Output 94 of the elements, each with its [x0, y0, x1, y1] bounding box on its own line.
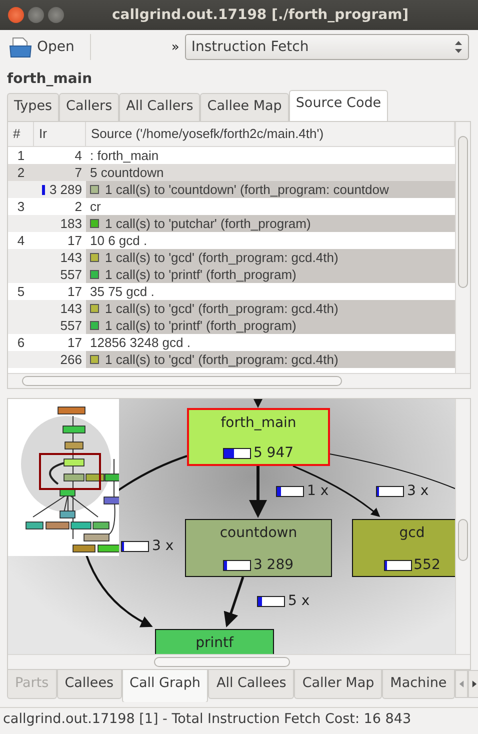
folder-icon — [9, 36, 33, 58]
cost-cell: 7 — [74, 164, 82, 181]
cost-cell: 3 289 — [49, 181, 82, 198]
function-node[interactable]: countdown 3 289 — [185, 519, 332, 577]
cost-bar — [223, 560, 252, 570]
table-row[interactable]: 557 1 call(s) to 'printf' (forth_program) — [8, 317, 455, 334]
function-name: countdown — [220, 525, 298, 541]
table-row[interactable]: 143 1 call(s) to 'gcd' (forth_program: gcd.4th) — [8, 300, 455, 317]
table-row[interactable]: 143 1 call(s) to 'gcd' (forth_program: gcd.4th) — [8, 249, 455, 266]
status-bar: callgrind.out.17198 [1] - Total Instruction Fetch Cost: 16 843 — [0, 707, 478, 730]
function-name: forth_main — [6, 70, 94, 89]
source-cell-text: : forth_main — [89, 147, 160, 164]
cost-cell: 557 — [60, 266, 82, 283]
call-cell: 1 call(s) to 'countdown' (forth_program: countdow — [86, 181, 455, 198]
cost-cell: 183 — [60, 215, 82, 232]
column-header[interactable]: Ir — [34, 122, 86, 146]
cost-bar — [257, 596, 285, 606]
table-row[interactable]: 1 4 : forth_main — [8, 147, 455, 164]
cost-label: 5 947 — [253, 445, 294, 461]
function-node[interactable]: forth_main 5 947 — [187, 408, 330, 466]
table-row[interactable]: 6 17 12856 3248 gcd . — [8, 334, 455, 351]
cost-cell: 2 — [74, 198, 82, 215]
tab[interactable]: All Callers — [119, 93, 200, 121]
source-cell-text: cr — [89, 198, 102, 215]
table-row[interactable]: 3 2 cr — [8, 198, 455, 215]
line-number: 2 — [17, 165, 25, 180]
cost-label: 3 289 — [253, 557, 294, 573]
close-icon[interactable] — [8, 7, 24, 23]
tab[interactable]: Callers — [59, 93, 120, 121]
tab[interactable]: Callees — [56, 670, 122, 699]
cost-cell: 143 — [60, 249, 82, 266]
source-cell-text: 12856 3248 gcd . — [89, 334, 192, 351]
cost-bar — [223, 448, 252, 458]
cost-cell: 557 — [60, 317, 82, 334]
call-count-label: 3 x — [407, 483, 429, 499]
tab[interactable]: Callee Map — [200, 93, 289, 121]
call-cell: 1 call(s) to 'gcd' (forth_program: gcd.4th) — [86, 249, 455, 266]
horizontal-scrollbar[interactable] — [8, 654, 470, 669]
line-number: 5 — [17, 284, 25, 299]
call-cell: 1 call(s) to 'printf' (forth_program) — [86, 266, 455, 283]
table-row[interactable]: 557 1 call(s) to 'printf' (forth_program) — [8, 266, 455, 283]
source-cell-text: 35 75 gcd . — [89, 283, 156, 300]
table-row[interactable]: 183 1 call(s) to 'putchar' (forth_program) — [8, 215, 455, 232]
vertical-scrollbar[interactable] — [455, 399, 470, 654]
source-cell-text: 10 6 gcd . — [89, 232, 148, 249]
call-count-label: 5 x — [288, 593, 310, 609]
table-row[interactable]: 266 1 call(s) to 'gcd' (forth_program: gcd.4th) — [8, 351, 455, 368]
overview-drawing[interactable] — [8, 399, 119, 556]
call-count-label: 1 x — [307, 483, 329, 499]
call-cell: 1 call(s) to 'gcd' (forth_program: gcd.4th) — [86, 351, 455, 368]
minimize-icon[interactable] — [28, 7, 44, 23]
tab[interactable]: All Callees — [208, 670, 294, 699]
line-number: 4 — [17, 233, 25, 248]
cost-cell: 4 — [74, 147, 82, 164]
function-node[interactable]: printf — [155, 629, 274, 654]
cost-bar — [121, 540, 149, 552]
cost-cell: 266 — [60, 351, 82, 368]
function-name: printf — [196, 635, 234, 651]
vertical-scrollbar[interactable] — [455, 122, 470, 373]
scroll-right-icon[interactable] — [468, 670, 478, 698]
line-number: 3 — [17, 199, 25, 214]
cost-cell: 143 — [60, 300, 82, 317]
table-row[interactable]: 5 17 35 75 gcd . — [8, 283, 455, 300]
table-row[interactable]: 3 289 1 call(s) to 'countdown' (forth_program: countdow — [8, 181, 455, 198]
line-number: 1 — [17, 148, 25, 163]
call-cell: 1 call(s) to 'printf' (forth_program) — [86, 317, 455, 334]
tab[interactable]: Call Graph — [122, 670, 208, 702]
call-cell: 1 call(s) to 'putchar' (forth_program) — [86, 215, 455, 232]
horizontal-scrollbar[interactable] — [8, 373, 470, 388]
window-title: callgrind.out.17198 [./forth_program] — [112, 7, 409, 23]
function-node[interactable]: gcd 552 — [352, 519, 455, 577]
cost-label: 552 — [414, 557, 440, 573]
tab[interactable]: Machine — [382, 670, 455, 699]
spinner-arrows-icon — [455, 41, 462, 53]
line-number: 6 — [17, 335, 25, 350]
call-count-label: 3 x — [152, 538, 174, 554]
overflow-button[interactable]: » — [171, 40, 180, 54]
open-button[interactable]: Open — [7, 36, 76, 58]
cost-bar — [384, 560, 412, 570]
cost-bar — [376, 486, 404, 496]
function-name: gcd — [399, 525, 425, 541]
cost-bar — [276, 486, 304, 496]
maximize-icon[interactable] — [48, 7, 64, 23]
tab[interactable]: Caller Map — [294, 670, 382, 699]
event-type-dropdown[interactable]: Instruction Fetch — [185, 34, 469, 60]
tab[interactable]: Source Code — [288, 90, 388, 121]
cost-cell: 17 — [68, 334, 82, 351]
cost-cell: 17 — [68, 283, 82, 300]
tab[interactable]: Types — [7, 93, 60, 121]
call-cell: 1 call(s) to 'gcd' (forth_program: gcd.4th) — [86, 300, 455, 317]
function-name: forth_main — [220, 415, 296, 431]
table-row[interactable]: 4 17 10 6 gcd . — [8, 232, 455, 249]
cost-cell: 17 — [68, 232, 82, 249]
column-header[interactable]: # — [8, 122, 34, 146]
